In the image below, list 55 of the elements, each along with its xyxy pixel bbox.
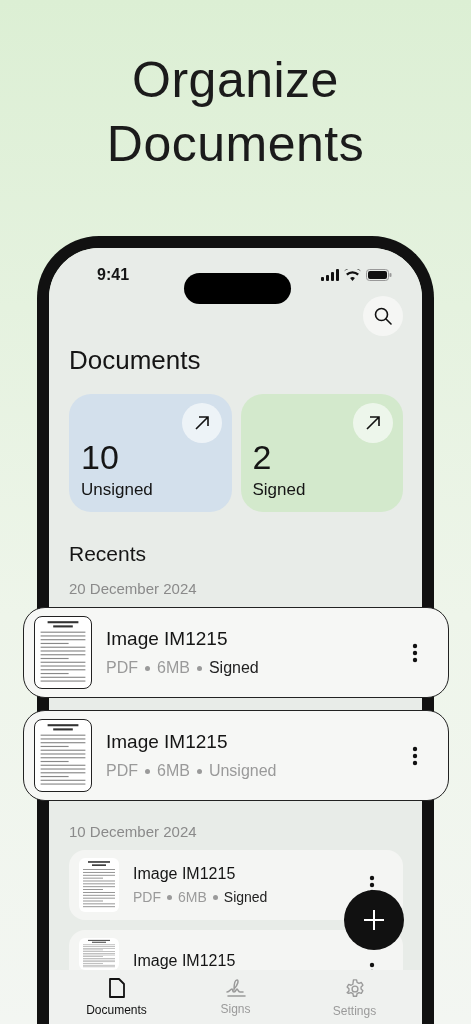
more-icon[interactable] [369, 962, 375, 970]
wifi-icon [344, 269, 361, 281]
status-time: 9:41 [97, 266, 130, 284]
open-button[interactable] [353, 403, 393, 443]
file-type: PDF [106, 762, 138, 780]
file-type: PDF [133, 889, 161, 905]
separator-dot [196, 768, 202, 774]
document-name: Image IM1215 [106, 731, 229, 753]
separator-dot [212, 894, 218, 900]
summary-card[interactable]: 2 Signed [240, 394, 403, 512]
document-card[interactable]: Image IM1215 [69, 930, 403, 970]
search-icon [374, 307, 392, 325]
separator-dot [145, 768, 150, 774]
card-label: Unsigned [81, 480, 154, 500]
headline: Organize [132, 51, 339, 110]
document-count: 2 [252, 438, 273, 476]
plus-icon [363, 909, 385, 931]
more-icon[interactable] [412, 642, 418, 663]
separator-dot [145, 665, 150, 671]
separator-dot [167, 894, 172, 900]
arrow-icon [193, 415, 210, 431]
signature-icon [224, 978, 247, 998]
settings-icon [343, 978, 366, 1000]
document-name: Image IM1215 [106, 628, 229, 650]
document-name: Image IM1215 [133, 952, 237, 970]
document-card[interactable]: Image IM1215 PDF 6MB Signed [23, 607, 449, 698]
card-label: Signed [252, 480, 307, 500]
file-type: PDF [106, 659, 138, 677]
search-button[interactable] [363, 296, 403, 336]
arrow-icon [365, 415, 381, 431]
sign-status: Signed [223, 889, 268, 905]
separator-dot [196, 665, 202, 671]
signal-icon [321, 269, 339, 281]
date-heading: 10 December 2024 [69, 823, 198, 840]
page-title: Documents [69, 344, 202, 376]
document-thumbnail [79, 938, 119, 970]
document-name: Image IM1215 [133, 865, 237, 883]
document-count: 10 [81, 438, 120, 476]
document-card[interactable]: Image IM1215 PDF 6MB Unsigned [23, 710, 449, 801]
section-title: Recents [69, 542, 148, 566]
file-size: 6MB [157, 659, 190, 677]
date-heading: 20 December 2024 [69, 580, 198, 597]
sign-status: Signed [208, 659, 259, 677]
document-icon [107, 978, 126, 999]
summary-card[interactable]: 10 Unsigned [69, 394, 232, 512]
document-card[interactable]: Image IM1215 PDF 6MB Signed [69, 850, 403, 920]
headline: Documents [106, 115, 365, 174]
document-thumbnail [79, 858, 119, 912]
sign-status: Unsigned [208, 762, 277, 780]
tab[interactable]: Documents [61, 970, 172, 1024]
open-button[interactable] [181, 403, 222, 443]
file-size: 6MB [178, 889, 207, 905]
file-size: 6MB [157, 762, 190, 780]
battery-icon [366, 269, 392, 281]
more-icon[interactable] [412, 745, 418, 766]
